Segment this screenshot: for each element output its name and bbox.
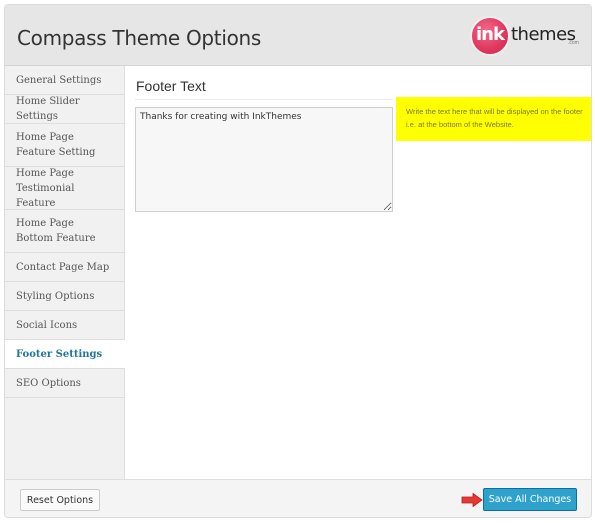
sidebar-item-label: Home Page Testimonial Feature: [16, 167, 75, 209]
sidebar-item-seo-options[interactable]: SEO Options: [5, 369, 124, 398]
sidebar-item-contact-page-map[interactable]: Contact Page Map: [5, 253, 124, 282]
sidebar-nav: General Settings Home Slider Settings Ho…: [5, 66, 125, 479]
footer-text-input[interactable]: Thanks for creating with InkThemes: [135, 107, 393, 212]
bottom-action-bar: Reset Options Save All Changes: [5, 479, 591, 517]
header: Compass Theme Options ink themes .com: [5, 5, 591, 66]
sidebar-item-label: Home Slider Settings: [16, 96, 80, 122]
sidebar-item-label: Styling Options: [16, 290, 95, 302]
sidebar-item-label: SEO Options: [16, 377, 81, 389]
sidebar-item-home-slider-settings[interactable]: Home Slider Settings: [5, 95, 124, 124]
sidebar-item-home-page-testimonial-feature[interactable]: Home Page Testimonial Feature: [5, 167, 124, 210]
sidebar-item-general-settings[interactable]: General Settings: [5, 66, 124, 95]
red-arrow-right-icon: [461, 493, 483, 507]
save-all-changes-button[interactable]: Save All Changes: [483, 488, 577, 511]
sidebar-item-home-page-bottom-feature[interactable]: Home Page Bottom Feature: [5, 210, 124, 253]
sidebar-item-label: General Settings: [16, 74, 102, 86]
sidebar-item-label: Footer Settings: [16, 348, 103, 360]
theme-options-panel: Compass Theme Options ink themes .com Ge…: [4, 4, 592, 518]
logo-mark: ink: [470, 16, 510, 56]
sidebar-item-styling-options[interactable]: Styling Options: [5, 282, 124, 311]
help-tooltip: Write the text here that will be display…: [396, 97, 591, 141]
section-title: Footer Text: [136, 78, 206, 94]
sidebar-item-footer-settings[interactable]: Footer Settings: [5, 340, 125, 369]
section-divider: [135, 99, 393, 100]
page-title: Compass Theme Options: [17, 26, 262, 50]
sidebar-item-label: Home Page Bottom Feature: [16, 218, 96, 244]
logo-text: themes: [511, 24, 576, 45]
sidebar-item-label: Home Page Feature Setting: [16, 132, 96, 158]
reset-options-button[interactable]: Reset Options: [20, 489, 100, 511]
sidebar-item-home-page-feature-setting[interactable]: Home Page Feature Setting: [5, 124, 124, 167]
inkthemes-logo: ink themes .com: [470, 15, 585, 57]
sidebar-item-social-icons[interactable]: Social Icons: [5, 311, 124, 340]
sidebar-item-label: Contact Page Map: [16, 261, 110, 273]
main-content: Footer Text Thanks for creating with Ink…: [125, 66, 591, 479]
logo-suffix: .com: [568, 40, 579, 46]
sidebar-item-label: Social Icons: [16, 319, 78, 331]
